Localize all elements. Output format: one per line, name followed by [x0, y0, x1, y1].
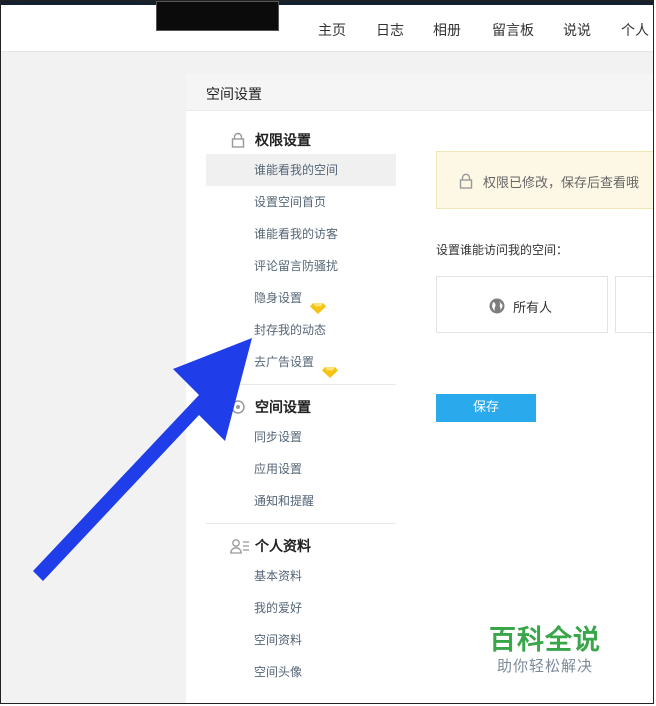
- permission-notice: 权限已修改，保存后查看哦: [436, 151, 653, 209]
- menu-space-info[interactable]: 空间资料: [206, 624, 396, 656]
- panel-header: 空间设置: [186, 74, 653, 111]
- menu-anti-harassment[interactable]: 评论留言防骚扰: [206, 250, 396, 282]
- section-space-settings: 空间设置: [230, 397, 311, 417]
- watermark-subtitle: 助你轻松解决: [497, 657, 594, 675]
- nav-profile[interactable]: 个人: [621, 20, 649, 40]
- diamond-icon: [322, 358, 339, 378]
- option-everyone-label: 所有人: [513, 301, 553, 316]
- section-personal-info: 个人资料: [230, 536, 311, 556]
- lock-icon: [459, 173, 473, 193]
- menu-space-avatar[interactable]: 空间头像: [206, 656, 396, 688]
- top-strip: [1, 1, 653, 5]
- menu-basic-info[interactable]: 基本资料: [206, 560, 396, 592]
- nav-album[interactable]: 相册: [433, 20, 461, 40]
- nav-guestbook[interactable]: 留言板: [492, 20, 534, 40]
- nav-home[interactable]: 主页: [318, 20, 346, 40]
- menu-invisible-settings[interactable]: 隐身设置: [206, 282, 396, 314]
- window-frame: 主页 日志 相册 留言板 说说 个人 空间设置 权限设置 谁能看我的空间 设置空…: [0, 0, 654, 704]
- space-banner-logo[interactable]: [156, 1, 279, 31]
- globe-icon: [489, 298, 505, 318]
- menu-notifications[interactable]: 通知和提醒: [206, 485, 396, 517]
- option-everyone[interactable]: 所有人: [436, 276, 608, 333]
- section-space-settings-title: 空间设置: [255, 400, 311, 416]
- nav-blog[interactable]: 日志: [376, 20, 404, 40]
- menu-who-can-see-visitors[interactable]: 谁能看我的访客: [206, 218, 396, 250]
- option-partial-card[interactable]: [615, 276, 653, 333]
- menu-archive-feeds[interactable]: 封存我的动态: [206, 314, 396, 346]
- watermark-title: 百科全说: [489, 625, 601, 656]
- section-permissions-title: 权限设置: [255, 133, 311, 149]
- gear-icon: [230, 399, 248, 415]
- access-setting-label: 设置谁能访问我的空间：: [436, 243, 569, 257]
- user-profile-icon: [230, 538, 249, 554]
- menu-sync-settings[interactable]: 同步设置: [206, 421, 396, 453]
- nav-shuoshuo[interactable]: 说说: [563, 20, 591, 40]
- section-permissions: 权限设置: [230, 130, 311, 150]
- lock-icon: [230, 132, 248, 148]
- menu-remove-ads[interactable]: 去广告设置: [206, 346, 396, 378]
- top-navigation: 主页 日志 相册 留言板 说说 个人: [1, 1, 653, 52]
- menu-set-homepage[interactable]: 设置空间首页: [206, 186, 396, 218]
- menu-app-settings[interactable]: 应用设置: [206, 453, 396, 485]
- diamond-icon: [310, 294, 327, 314]
- section-personal-info-title: 个人资料: [255, 539, 311, 555]
- menu-my-hobbies[interactable]: 我的爱好: [206, 592, 396, 624]
- page-title: 空间设置: [206, 87, 262, 103]
- menu-who-can-see-space[interactable]: 谁能看我的空间: [206, 154, 396, 186]
- section-divider: [206, 523, 396, 524]
- notice-text: 权限已修改，保存后查看哦: [483, 176, 640, 191]
- section-divider: [206, 384, 396, 385]
- save-button[interactable]: 保存: [436, 394, 536, 422]
